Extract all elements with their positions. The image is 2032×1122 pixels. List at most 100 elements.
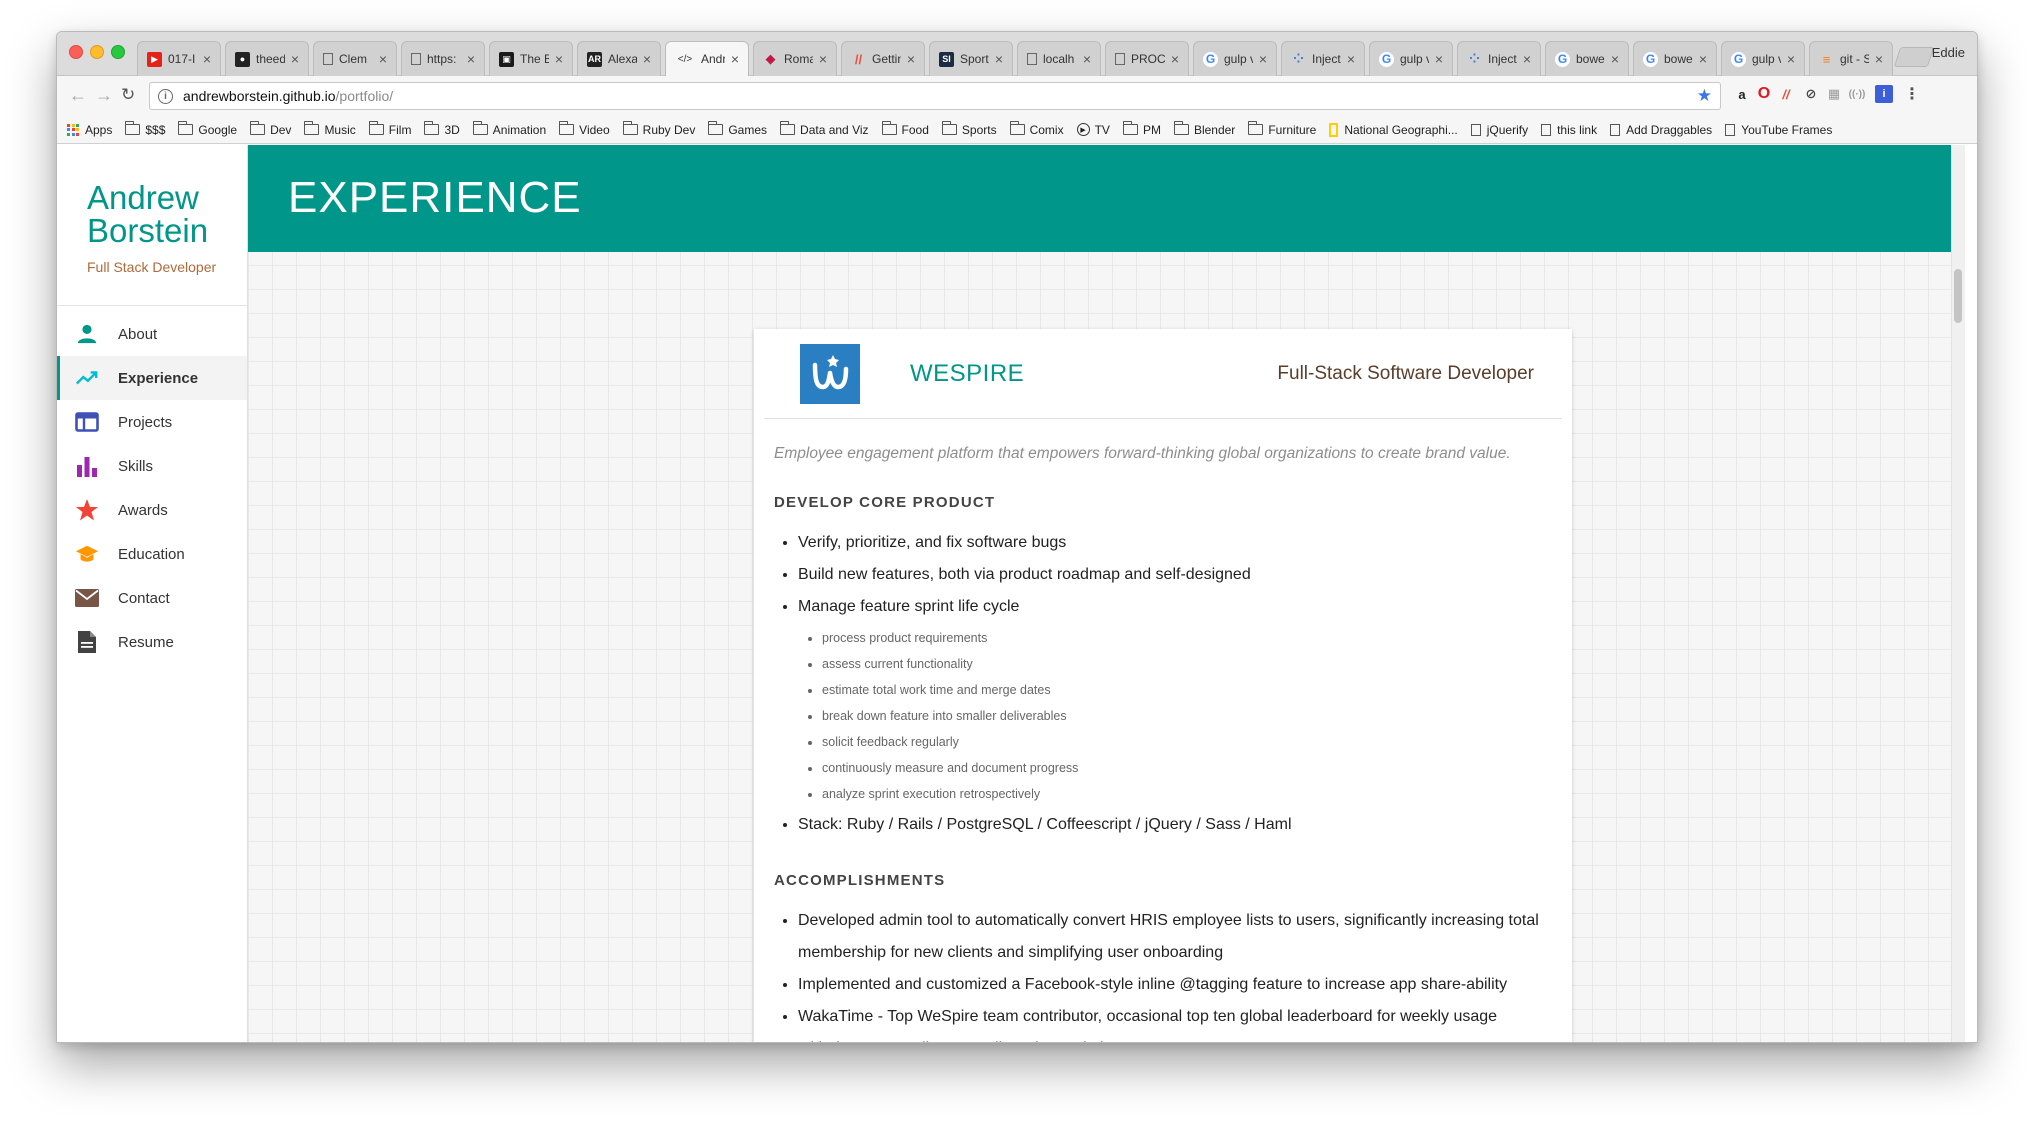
sidebar-item-resume[interactable]: Resume <box>57 620 247 664</box>
browser-tab[interactable]: ▣ The B × <box>489 41 573 76</box>
browser-tab[interactable]: </> Andre × <box>665 41 749 76</box>
bookmark-item[interactable]: YouTube Frames <box>1725 123 1832 137</box>
tab-close-icon[interactable]: × <box>1875 51 1883 67</box>
browser-tab[interactable]: // Gettin × <box>841 41 925 76</box>
browser-tab[interactable]: ⁘ Inject × <box>1281 41 1365 76</box>
bookmark-item[interactable]: this link <box>1541 123 1597 137</box>
browser-tab[interactable]: ⁘ Inject × <box>1457 41 1541 76</box>
tab-close-icon[interactable]: × <box>731 51 739 67</box>
brand[interactable]: Andrew Borstein Full Stack Developer <box>57 145 247 306</box>
close-window-button[interactable] <box>69 45 83 59</box>
sidebar-item-projects[interactable]: Projects <box>57 400 247 444</box>
zoom-window-button[interactable] <box>111 45 125 59</box>
sidebar-item-contact[interactable]: Contact <box>57 576 247 620</box>
bookmark-item[interactable]: Google <box>178 121 237 137</box>
browser-tab[interactable]: Gbower × <box>1633 41 1717 76</box>
new-tab-button[interactable] <box>1893 47 1935 67</box>
bookmark-item[interactable]: Dev <box>250 121 291 137</box>
tab-close-icon[interactable]: × <box>291 51 299 67</box>
bookmark-item[interactable]: Ruby Dev <box>622 121 695 137</box>
bookmark-item[interactable]: Blender <box>1173 121 1235 137</box>
sidebar-item-education[interactable]: Education <box>57 532 247 576</box>
reload-button[interactable]: ↻ <box>121 85 135 105</box>
bookmark-item[interactable]: Add Draggables <box>1610 123 1712 137</box>
tab-close-icon[interactable]: × <box>1347 51 1355 67</box>
tab-close-icon[interactable]: × <box>1523 51 1531 67</box>
bookmark-item[interactable]: Video <box>559 121 610 137</box>
bookmark-item[interactable]: 3D <box>424 121 460 137</box>
scrollbar-thumb[interactable] <box>1954 269 1962 323</box>
folder-icon <box>1122 121 1138 135</box>
tab-close-icon[interactable]: × <box>1435 51 1443 67</box>
sidebar-item-about[interactable]: About <box>57 312 247 356</box>
browser-tab[interactable]: Ggulp v × <box>1721 41 1805 76</box>
tab-close-icon[interactable]: × <box>203 51 211 67</box>
browser-tab[interactable]: PROC × <box>1105 41 1189 76</box>
browser-tab[interactable]: ▶ 017-I × <box>137 41 221 76</box>
tab-close-icon[interactable]: × <box>1787 51 1795 67</box>
back-button[interactable]: ← <box>69 85 87 106</box>
browser-tab[interactable]: SI Sport × <box>929 41 1013 76</box>
tab-close-icon[interactable]: × <box>467 51 475 67</box>
circle-slash-extension-icon[interactable]: ⊘ <box>1802 85 1820 103</box>
address-bar[interactable]: i andrewborstein.github.io/portfolio/ ★ <box>149 82 1721 110</box>
bookmark-item[interactable]: Apps <box>67 123 112 137</box>
tab-close-icon[interactable]: × <box>1171 51 1179 67</box>
opera-extension-icon[interactable]: O <box>1755 85 1773 103</box>
page-scrollbar[interactable] <box>1951 145 1965 1042</box>
slash-extension-icon[interactable]: // <box>1777 85 1795 103</box>
tab-close-icon[interactable]: × <box>1699 51 1707 67</box>
tab-title: Sport <box>960 52 989 66</box>
tab-close-icon[interactable]: × <box>643 51 651 67</box>
browser-tab[interactable]: Gbower × <box>1545 41 1629 76</box>
sidebar-item-skills[interactable]: Skills <box>57 444 247 488</box>
experience-card: WESPIRE Full-Stack Software Developer Em… <box>754 329 1572 1042</box>
browser-tab[interactable]: localh × <box>1017 41 1101 76</box>
bookmark-item[interactable]: National Geographi... <box>1329 122 1458 137</box>
bookmark-label: National Geographi... <box>1344 122 1458 137</box>
browser-tab[interactable]: https: × <box>401 41 485 76</box>
tab-close-icon[interactable]: × <box>907 51 915 67</box>
browser-tab[interactable]: Clem × <box>313 41 397 76</box>
info-extension-icon[interactable]: i <box>1875 85 1893 103</box>
browser-tab[interactable]: AR Alexa × <box>577 41 661 76</box>
folder-icon <box>125 121 141 135</box>
tab-close-icon[interactable]: × <box>1083 51 1091 67</box>
bookmark-item[interactable]: ▶ TV <box>1076 123 1110 137</box>
forward-button[interactable]: → <box>95 85 113 106</box>
profile-name[interactable]: Eddie <box>1932 45 1965 60</box>
grid-extension-icon[interactable]: ▦ <box>1825 85 1843 103</box>
bookmark-item[interactable]: Games <box>708 121 767 137</box>
minimize-window-button[interactable] <box>90 45 104 59</box>
bookmark-item[interactable]: $$$ <box>125 121 165 137</box>
bookmark-item[interactable]: Furniture <box>1248 121 1316 137</box>
browser-tab[interactable]: Ggulp v × <box>1193 41 1277 76</box>
bookmark-item[interactable]: Film <box>368 121 411 137</box>
bookmark-item[interactable]: Sports <box>941 121 997 137</box>
browser-tab[interactable]: ≡ git - S × <box>1809 41 1893 76</box>
bookmark-item[interactable]: Music <box>304 121 356 137</box>
menu-kebab-icon[interactable]: ⋮ <box>1903 85 1921 103</box>
bookmark-item[interactable]: jQuerify <box>1470 123 1528 137</box>
bookmark-item[interactable]: Comix <box>1009 121 1064 137</box>
browser-tab[interactable]: Ggulp v × <box>1369 41 1453 76</box>
tab-close-icon[interactable]: × <box>1611 51 1619 67</box>
tab-close-icon[interactable]: × <box>379 51 387 67</box>
tab-close-icon[interactable]: × <box>995 51 1003 67</box>
bookmark-item[interactable]: Food <box>881 121 929 137</box>
amazon-extension-icon[interactable]: a <box>1733 85 1751 103</box>
bookmark-item[interactable]: Data and Viz <box>780 121 869 137</box>
info-icon[interactable]: i <box>158 88 173 104</box>
browser-tab[interactable]: ◆ Roma × <box>753 41 837 76</box>
bookmark-item[interactable]: Animation <box>472 121 546 137</box>
tab-close-icon[interactable]: × <box>1259 51 1267 67</box>
document-icon <box>75 630 99 654</box>
tab-close-icon[interactable]: × <box>819 51 827 67</box>
broadcast-extension-icon[interactable]: ((·)) <box>1848 85 1866 103</box>
sidebar-item-experience[interactable]: Experience <box>57 356 247 400</box>
bookmark-item[interactable]: PM <box>1122 121 1161 137</box>
sidebar-item-awards[interactable]: Awards <box>57 488 247 532</box>
browser-tab[interactable]: ● theed × <box>225 41 309 76</box>
bookmark-star-icon[interactable]: ★ <box>1697 86 1712 106</box>
tab-close-icon[interactable]: × <box>555 51 563 67</box>
